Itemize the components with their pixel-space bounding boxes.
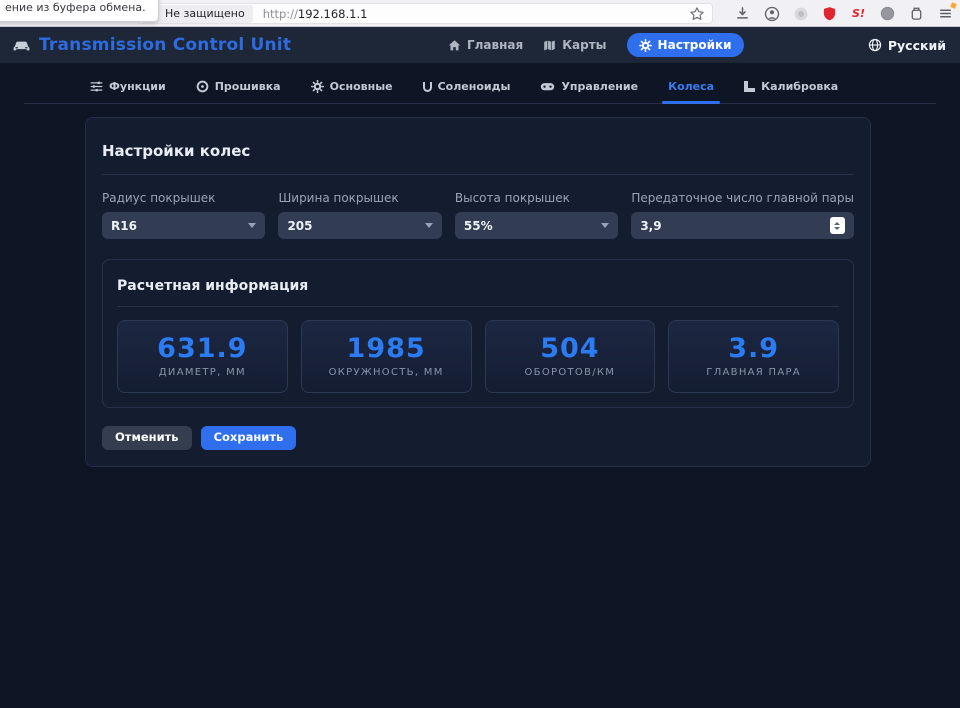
tab-general[interactable]: Основные — [311, 80, 393, 103]
form-actions: Отменить Сохранить — [102, 426, 854, 450]
tire-height-select[interactable]: 55% — [455, 212, 618, 239]
brand-title: Transmission Control Unit — [39, 35, 291, 55]
url-text[interactable]: http://192.168.1.1 — [263, 7, 368, 21]
adblock-shield-icon[interactable] — [821, 5, 838, 22]
stats-grid: 631.9 ДИАМЕТР, ММ 1985 ОКРУЖНОСТЬ, ММ 50… — [117, 320, 839, 393]
tab-wheels[interactable]: Колеса — [668, 80, 714, 103]
card-title: Настройки колес — [102, 134, 854, 175]
app-header: Transmission Control Unit Главная — [0, 27, 960, 63]
tire-radius-select[interactable]: R16 — [102, 212, 265, 239]
field-label: Ширина покрышек — [278, 191, 441, 205]
gear-icon — [311, 80, 324, 93]
ruler-icon — [744, 81, 755, 92]
language-label: Русский — [888, 38, 946, 53]
screen: Не защищено http://192.168.1.1 — [0, 0, 960, 708]
save-button[interactable]: Сохранить — [201, 426, 297, 450]
s-alert-icon[interactable]: S! — [850, 5, 867, 22]
gear-icon — [639, 39, 652, 52]
stat-label: ГЛАВНАЯ ПАРА — [706, 367, 801, 378]
number-spinner[interactable] — [830, 217, 845, 234]
url-bar[interactable]: Не защищено http://192.168.1.1 — [137, 3, 713, 24]
browser-chrome: Не защищено http://192.168.1.1 — [0, 0, 960, 27]
stat-value: 1985 — [347, 335, 426, 362]
stat-value: 3.9 — [728, 335, 779, 362]
home-icon — [448, 39, 461, 52]
wheel-settings-card: Настройки колес Радиус покрышек R16 Шири… — [85, 117, 871, 467]
jar-icon[interactable] — [908, 5, 925, 22]
field-label: Радиус покрышек — [102, 191, 265, 205]
calculated-info-card: Расчетная информация 631.9 ДИАМЕТР, ММ 1… — [102, 259, 854, 408]
tab-solenoids[interactable]: Соленоиды — [423, 80, 511, 103]
stat-circumference: 1985 ОКРУЖНОСТЬ, ММ — [301, 320, 472, 393]
nav-item-settings[interactable]: Настройки — [627, 33, 744, 57]
cancel-button[interactable]: Отменить — [102, 426, 192, 450]
stat-label: ОБОРОТОВ/КМ — [525, 367, 616, 378]
stat-final-drive: 3.9 ГЛАВНАЯ ПАРА — [668, 320, 839, 393]
nav-item-maps[interactable]: Карты — [543, 38, 606, 52]
download-icon[interactable] — [734, 5, 751, 22]
tab-functions[interactable]: Функции — [90, 80, 166, 103]
gamepad-icon — [540, 81, 555, 92]
stat-label: ДИАМЕТР, ММ — [159, 367, 246, 378]
field-tire-radius: Радиус покрышек R16 — [102, 191, 265, 239]
map-icon — [543, 39, 556, 52]
chip-icon — [196, 80, 209, 93]
sphere-icon[interactable] — [879, 5, 896, 22]
account-icon[interactable] — [763, 5, 780, 22]
magnet-icon — [423, 82, 432, 92]
bookmark-star-icon[interactable] — [689, 6, 705, 22]
chevron-down-icon — [601, 223, 609, 228]
nav-item-home[interactable]: Главная — [448, 38, 523, 52]
field-final-drive: Передаточное число главной пары 3,9 — [631, 191, 854, 239]
language-selector[interactable]: Русский — [868, 27, 946, 63]
settings-tabs: Функции Прошивка — [24, 63, 936, 104]
field-tire-height: Высота покрышек 55% — [455, 191, 618, 239]
wheel-fields: Радиус покрышек R16 Ширина покрышек 205 … — [102, 191, 854, 239]
stat-label: ОКРУЖНОСТЬ, ММ — [329, 367, 444, 378]
url-host: 192.168.1.1 — [298, 7, 368, 21]
tire-width-select[interactable]: 205 — [278, 212, 441, 239]
tab-firmware[interactable]: Прошивка — [196, 80, 281, 103]
security-label: Не защищено — [165, 7, 245, 20]
car-icon — [12, 38, 31, 52]
sliders-icon — [90, 80, 103, 93]
globe-icon — [868, 38, 882, 52]
url-scheme: http:// — [263, 7, 298, 21]
chevron-down-icon — [248, 223, 256, 228]
field-tire-width: Ширина покрышек 205 — [278, 191, 441, 239]
calculated-info-title: Расчетная информация — [117, 274, 839, 307]
stat-revs-per-km: 504 ОБОРОТОВ/КМ — [485, 320, 656, 393]
stat-value: 504 — [540, 335, 599, 362]
tab-calibration[interactable]: Калибровка — [744, 80, 838, 103]
field-label: Высота покрышек — [455, 191, 618, 205]
extension-icon[interactable] — [792, 5, 809, 22]
browser-toolbar: S! — [734, 5, 954, 22]
tab-control[interactable]: Управление — [540, 80, 638, 103]
field-label: Передаточное число главной пары — [631, 191, 854, 205]
brand[interactable]: Transmission Control Unit — [12, 35, 291, 55]
stat-diameter: 631.9 ДИАМЕТР, ММ — [117, 320, 288, 393]
main-nav: Главная Карты — [448, 27, 744, 63]
chevron-down-icon — [425, 223, 433, 228]
clipboard-tooltip: ение из буфера обмена. — [0, 0, 159, 22]
menu-icon[interactable] — [937, 5, 954, 22]
stat-value: 631.9 — [157, 335, 247, 362]
final-drive-input[interactable]: 3,9 — [631, 212, 854, 239]
